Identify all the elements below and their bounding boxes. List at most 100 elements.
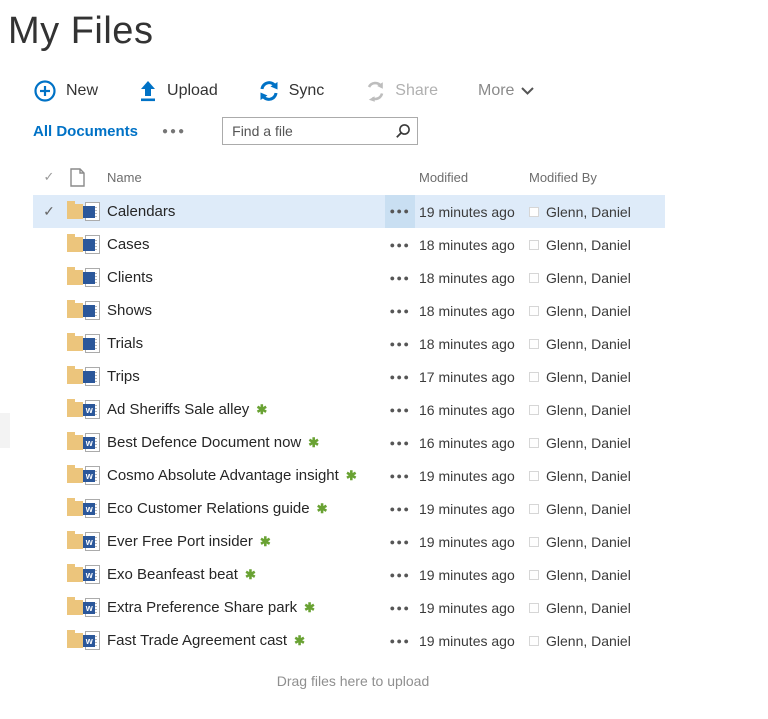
- table-row[interactable]: w Exo Beanfeast beat ✱ ●●● 19 minutes ag…: [33, 558, 665, 591]
- row-ellipsis-menu[interactable]: ●●●: [385, 306, 415, 316]
- file-name-cell[interactable]: Ad Sheriffs Sale alley ✱: [101, 401, 385, 418]
- row-ellipsis-menu[interactable]: ●●●: [385, 273, 415, 283]
- table-row[interactable]: ✓ Calendars ●●● 19 minutes ago Glenn, Da…: [33, 195, 665, 228]
- file-name-cell[interactable]: Extra Preference Share park ✱: [101, 599, 385, 616]
- file-type-column-icon[interactable]: [65, 168, 101, 187]
- file-name[interactable]: Calendars: [107, 203, 175, 220]
- file-name[interactable]: Ad Sheriffs Sale alley: [107, 401, 249, 418]
- row-ellipsis-menu[interactable]: ●●●: [385, 339, 415, 349]
- new-item-icon: ✱: [256, 402, 267, 418]
- file-name[interactable]: Clients: [107, 269, 153, 286]
- file-name-cell[interactable]: Ever Free Port insider ✱: [101, 533, 385, 550]
- folder-icon: [67, 303, 83, 318]
- new-button-label: New: [66, 82, 98, 100]
- table-row[interactable]: Clients ●●● 18 minutes ago Glenn, Daniel: [33, 261, 665, 294]
- row-modified-by: Glenn, Daniel: [523, 336, 665, 352]
- file-name[interactable]: Extra Preference Share park: [107, 599, 297, 616]
- file-name[interactable]: Cosmo Absolute Advantage insight: [107, 467, 339, 484]
- file-name[interactable]: Shows: [107, 302, 152, 319]
- file-name[interactable]: Cases: [107, 236, 150, 253]
- word-doc-icon: w: [83, 631, 101, 651]
- table-row[interactable]: w Extra Preference Share park ✱ ●●● 19 m…: [33, 591, 665, 624]
- table-row[interactable]: Trips ●●● 17 minutes ago Glenn, Daniel: [33, 360, 665, 393]
- row-ellipsis-menu[interactable]: ●●●: [385, 570, 415, 580]
- row-modified: 16 minutes ago: [415, 435, 523, 451]
- modified-by-name: Glenn, Daniel: [546, 534, 631, 550]
- word-letter: w: [83, 602, 95, 614]
- folder-icon: [67, 600, 83, 615]
- row-modified: 19 minutes ago: [415, 501, 523, 517]
- file-name-cell[interactable]: Cosmo Absolute Advantage insight ✱: [101, 467, 385, 484]
- file-name-cell[interactable]: Eco Customer Relations guide ✱: [101, 500, 385, 517]
- row-ellipsis-menu[interactable]: ●●●: [385, 537, 415, 547]
- row-ellipsis-menu[interactable]: ●●●: [385, 471, 415, 481]
- file-name[interactable]: Fast Trade Agreement cast: [107, 632, 287, 649]
- table-row[interactable]: w Eco Customer Relations guide ✱ ●●● 19 …: [33, 492, 665, 525]
- upload-dropzone[interactable]: Drag files here to upload: [33, 673, 673, 691]
- upload-button[interactable]: Upload: [138, 80, 218, 102]
- file-name-cell[interactable]: Trips: [101, 368, 385, 385]
- row-ellipsis-menu[interactable]: ●●●: [385, 504, 415, 514]
- view-options-ellipsis[interactable]: ●●●: [162, 126, 186, 137]
- file-name-cell[interactable]: Shows: [101, 302, 385, 319]
- search-input[interactable]: [222, 117, 418, 145]
- sync-button[interactable]: Sync: [258, 80, 325, 102]
- table-row[interactable]: w Ever Free Port insider ✱ ●●● 19 minute…: [33, 525, 665, 558]
- select-all-checkmark[interactable]: ✓: [33, 169, 65, 185]
- file-name-cell[interactable]: Exo Beanfeast beat ✱: [101, 566, 385, 583]
- row-ellipsis-menu[interactable]: ●●●: [385, 636, 415, 646]
- row-checkmark[interactable]: ✓: [33, 203, 65, 220]
- table-row[interactable]: w Cosmo Absolute Advantage insight ✱ ●●●…: [33, 459, 665, 492]
- file-name[interactable]: Trials: [107, 335, 143, 352]
- word-doc-icon: w: [83, 466, 101, 486]
- view-selector-all-documents[interactable]: All Documents: [33, 123, 138, 140]
- table-row[interactable]: w Best Defence Document now ✱ ●●● 16 min…: [33, 426, 665, 459]
- table-row[interactable]: Trials ●●● 18 minutes ago Glenn, Daniel: [33, 327, 665, 360]
- more-menu-label: More: [478, 82, 514, 100]
- share-button[interactable]: Share: [364, 80, 438, 102]
- command-toolbar: New Upload Sync: [33, 79, 768, 103]
- row-modified-by: Glenn, Daniel: [523, 633, 665, 649]
- row-ellipsis-menu[interactable]: ●●●: [385, 240, 415, 250]
- word-letter: [83, 338, 95, 350]
- sync-button-label: Sync: [289, 82, 325, 100]
- modified-by-column-header[interactable]: Modified By: [523, 170, 665, 185]
- file-name-cell[interactable]: Clients: [101, 269, 385, 286]
- word-doc-icon: [83, 301, 101, 321]
- word-letter: w: [83, 569, 95, 581]
- presence-indicator-icon: [529, 570, 539, 580]
- table-row[interactable]: w Fast Trade Agreement cast ✱ ●●● 19 min…: [33, 624, 665, 657]
- table-row[interactable]: Cases ●●● 18 minutes ago Glenn, Daniel: [33, 228, 665, 261]
- file-name[interactable]: Trips: [107, 368, 140, 385]
- word-doc-icon: [83, 202, 101, 222]
- table-row[interactable]: w Ad Sheriffs Sale alley ✱ ●●● 16 minute…: [33, 393, 665, 426]
- file-name-cell[interactable]: Best Defence Document now ✱: [101, 434, 385, 451]
- modified-column-header[interactable]: Modified: [415, 170, 523, 185]
- file-name-cell[interactable]: Fast Trade Agreement cast ✱: [101, 632, 385, 649]
- row-ellipsis-menu[interactable]: ●●●: [385, 405, 415, 415]
- row-ellipsis-menu[interactable]: ●●●: [385, 603, 415, 613]
- file-name[interactable]: Best Defence Document now: [107, 434, 301, 451]
- file-name-cell[interactable]: Cases: [101, 236, 385, 253]
- file-name-cell[interactable]: Trials: [101, 335, 385, 352]
- search-icon[interactable]: [395, 123, 411, 144]
- word-letter: [83, 206, 95, 218]
- word-doc-icon: [83, 268, 101, 288]
- folder-icon: [67, 369, 83, 384]
- table-row[interactable]: Shows ●●● 18 minutes ago Glenn, Daniel: [33, 294, 665, 327]
- row-modified-by: Glenn, Daniel: [523, 204, 665, 220]
- row-modified: 17 minutes ago: [415, 369, 523, 385]
- name-column-header[interactable]: Name: [101, 170, 385, 185]
- file-name-cell[interactable]: Calendars: [101, 203, 385, 220]
- new-button[interactable]: New: [33, 79, 98, 103]
- word-letter: [83, 305, 95, 317]
- word-letter: [83, 371, 95, 383]
- row-ellipsis-menu[interactable]: ●●●: [385, 195, 415, 228]
- presence-indicator-icon: [529, 603, 539, 613]
- row-ellipsis-menu[interactable]: ●●●: [385, 438, 415, 448]
- file-name[interactable]: Exo Beanfeast beat: [107, 566, 238, 583]
- row-ellipsis-menu[interactable]: ●●●: [385, 372, 415, 382]
- file-name[interactable]: Eco Customer Relations guide: [107, 500, 310, 517]
- file-name[interactable]: Ever Free Port insider: [107, 533, 253, 550]
- more-menu-button[interactable]: More: [478, 82, 534, 100]
